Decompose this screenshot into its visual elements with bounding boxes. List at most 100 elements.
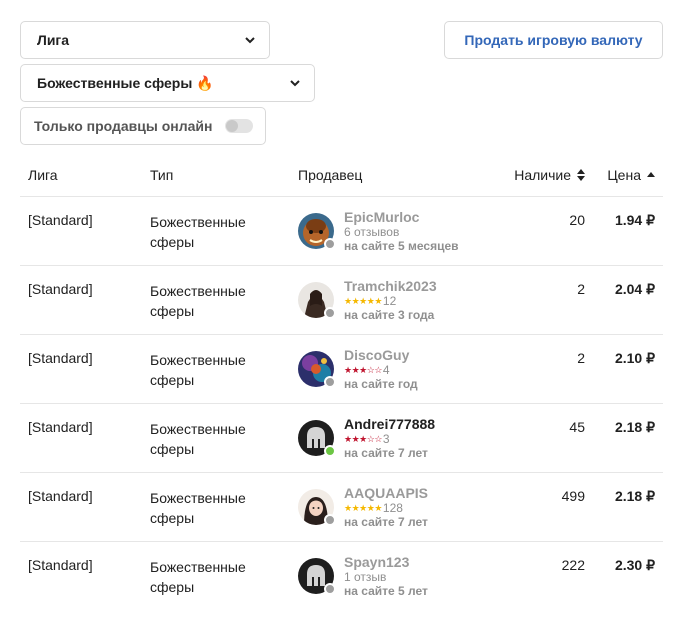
status-dot <box>324 445 336 457</box>
star-icon: ★ <box>344 503 352 513</box>
seller-info: EpicMurloc 6 отзывов на сайте 5 месяцев <box>344 209 459 253</box>
cell-stock: 45 <box>569 419 585 435</box>
seller-since: на сайте 5 лет <box>344 584 428 598</box>
cell-league: [Standard] <box>28 419 93 435</box>
star-icon: ☆ <box>374 365 382 375</box>
cell-price: 2.04 ₽ <box>614 281 655 297</box>
avatar[interactable] <box>298 420 336 457</box>
online-only-filter[interactable]: Только продавцы онлайн <box>20 107 266 145</box>
seller-since: на сайте 7 лет <box>344 515 428 529</box>
seller-rating: 6 отзывов <box>344 225 459 239</box>
avatar[interactable] <box>298 351 336 388</box>
sell-currency-button[interactable]: Продать игровую валюту <box>444 21 663 59</box>
cell-stock: 499 <box>561 488 585 504</box>
avatar[interactable] <box>298 489 336 526</box>
header-price-sort[interactable]: Цена <box>607 167 655 183</box>
sort-both-icon <box>577 169 585 181</box>
seller-since: на сайте год <box>344 377 418 391</box>
star-icon: ☆ <box>374 434 382 444</box>
seller-info: Tramchik2023 ★ ★ ★ ★ ★ 12 на сайте 3 года <box>344 278 437 322</box>
cell-league: [Standard] <box>28 212 93 228</box>
star-icon: ★ <box>359 434 367 444</box>
rating-stars: ★ ★ ★ ☆ ☆ <box>344 365 382 375</box>
cell-type: Божественные сферы <box>150 421 246 457</box>
star-icon: ★ <box>351 503 360 513</box>
rating-stars: ★ ★ ★ ★ ★ <box>344 503 382 513</box>
cell-price: 2.10 ₽ <box>614 350 655 366</box>
cell-stock: 222 <box>561 557 585 573</box>
league-select[interactable]: Лига <box>20 21 270 59</box>
seller-name[interactable]: Andrei777888 <box>344 416 435 432</box>
seller-name[interactable]: Tramchik2023 <box>344 278 437 294</box>
seller-since: на сайте 5 месяцев <box>344 239 459 253</box>
cell-stock: 2 <box>577 281 585 297</box>
rating-stars: ★ ★ ★ ☆ ☆ <box>344 434 382 444</box>
toggle-knob <box>225 120 238 132</box>
seller-rating: 1 отзыв <box>344 570 428 584</box>
table-row[interactable]: [Standard] Божественные сферы EpicMurloc 6 … <box>20 197 663 266</box>
seller-info: Spayn123 1 отзыв на сайте 5 лет <box>344 554 428 598</box>
table-header: Лига Тип Продавец Наличие Цена <box>20 157 663 197</box>
seller-cell[interactable]: DiscoGuy ★ ★ ★ ☆ ☆ 4 на сайте год <box>298 347 418 391</box>
header-league: Лига <box>28 167 58 183</box>
table-row[interactable]: [Standard] Божественные сферы Spayn123 1 от… <box>20 542 663 611</box>
avatar[interactable] <box>298 213 336 250</box>
league-select-value: Лига <box>37 32 70 48</box>
seller-rating: ★ ★ ★ ★ ★ 128 <box>344 501 428 515</box>
star-icon: ★ <box>359 503 367 513</box>
header-stock-label: Наличие <box>514 167 571 183</box>
seller-name[interactable]: EpicMurloc <box>344 209 459 225</box>
star-icon: ★ <box>351 296 360 306</box>
cell-stock: 20 <box>569 212 585 228</box>
cell-price: 2.30 ₽ <box>614 557 655 573</box>
avatar[interactable] <box>298 282 336 319</box>
seller-name[interactable]: AAQUAAPIS <box>344 485 428 501</box>
seller-info: DiscoGuy ★ ★ ★ ☆ ☆ 4 на сайте год <box>344 347 418 391</box>
online-only-label: Только продавцы онлайн <box>34 118 213 134</box>
seller-cell[interactable]: Andrei777888 ★ ★ ★ ☆ ☆ 3 на сайте 7 лет <box>298 416 435 460</box>
review-count: 128 <box>382 501 403 515</box>
currency-select[interactable]: Божественные сферы 🔥 <box>20 64 315 102</box>
star-icon: ★ <box>344 365 352 375</box>
cell-type: Божественные сферы <box>150 352 246 388</box>
rating-stars: ★ ★ ★ ★ ★ <box>344 296 382 306</box>
reviews-text: 1 отзыв <box>344 570 387 584</box>
table-row[interactable]: [Standard] Божественные сферы DiscoGuy ★ ★ ★ ☆… <box>20 335 663 404</box>
seller-name[interactable]: Spayn123 <box>344 554 428 570</box>
cell-type: Божественные сферы <box>150 283 246 319</box>
seller-cell[interactable]: Spayn123 1 отзыв на сайте 5 лет <box>298 554 428 598</box>
review-count: 12 <box>382 294 397 308</box>
header-price-label: Цена <box>607 167 641 183</box>
chevron-down-icon <box>245 37 255 44</box>
seller-cell[interactable]: EpicMurloc 6 отзывов на сайте 5 месяцев <box>298 209 459 253</box>
sort-asc-icon <box>647 172 655 177</box>
cell-league: [Standard] <box>28 488 93 504</box>
seller-cell[interactable]: Tramchik2023 ★ ★ ★ ★ ★ 12 на сайте 3 года <box>298 278 437 322</box>
header-stock-sort[interactable]: Наличие <box>514 167 585 183</box>
status-dot <box>324 307 336 319</box>
status-dot <box>324 238 336 250</box>
star-icon: ★ <box>374 296 382 306</box>
table-row[interactable]: [Standard] Божественные сферы Tramchik2023… <box>20 266 663 335</box>
cell-price: 1.94 ₽ <box>614 212 655 228</box>
cell-type: Божественные сферы <box>150 490 246 526</box>
offers-table: Лига Тип Продавец Наличие Цена [Standard… <box>20 157 663 611</box>
cell-price: 2.18 ₽ <box>614 488 655 504</box>
star-icon: ★ <box>366 296 375 306</box>
status-dot <box>324 514 336 526</box>
seller-since: на сайте 7 лет <box>344 446 428 460</box>
currency-select-value: Божественные сферы 🔥 <box>37 74 214 91</box>
seller-name[interactable]: DiscoGuy <box>344 347 418 363</box>
status-dot <box>324 376 336 388</box>
seller-info: AAQUAAPIS ★ ★ ★ ★ ★ 128 на сайте 7 лет <box>344 485 428 529</box>
table-row[interactable]: [Standard] Божественные сферы Andrei777888… <box>20 404 663 473</box>
seller-rating: ★ ★ ★ ★ ★ 12 <box>344 294 437 308</box>
online-only-toggle[interactable] <box>224 119 253 133</box>
cell-type: Божественные сферы <box>150 559 246 595</box>
star-icon: ★ <box>344 434 352 444</box>
avatar[interactable] <box>298 558 336 595</box>
table-row[interactable]: [Standard] Божественные сферы AAQUAAPIS ★ ★ ★… <box>20 473 663 542</box>
seller-cell[interactable]: AAQUAAPIS ★ ★ ★ ★ ★ 128 на сайте 7 лет <box>298 485 428 529</box>
status-dot <box>324 583 336 595</box>
cell-league: [Standard] <box>28 557 93 573</box>
